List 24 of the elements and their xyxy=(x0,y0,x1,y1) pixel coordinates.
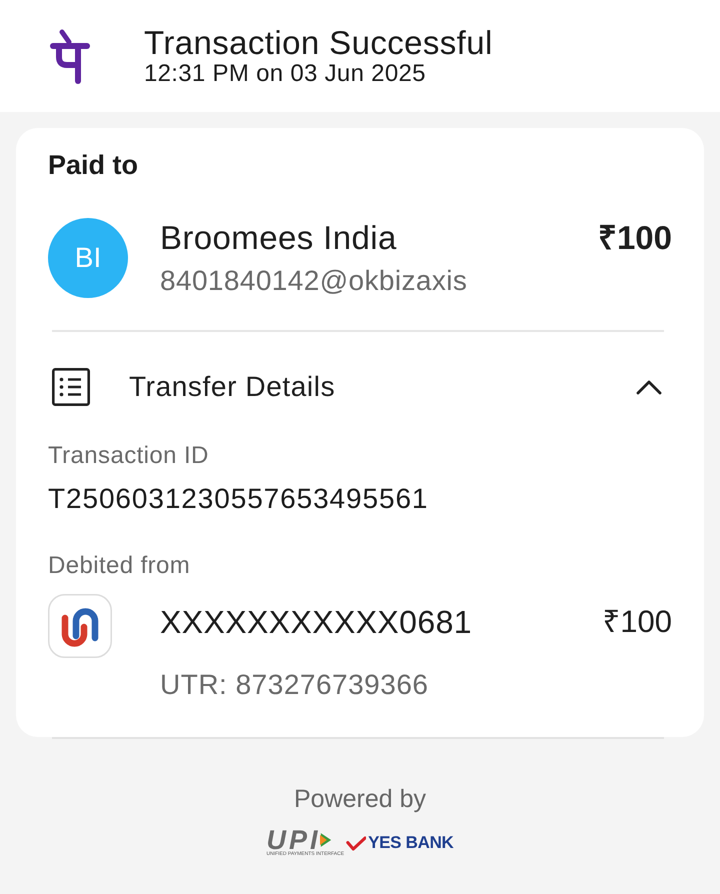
timestamp: 12:31 PM on 03 Jun 2025 xyxy=(144,61,427,87)
amount: ₹100 xyxy=(598,218,672,258)
app-logo-icon xyxy=(50,28,90,84)
field-label: Debited from xyxy=(48,552,192,580)
transaction-id: T2506031230557653495561 xyxy=(48,482,430,516)
chevron-icon xyxy=(636,379,662,395)
powered-by-text: Powered by xyxy=(294,785,426,813)
utr-number: UTR: 873276739366 xyxy=(160,668,430,702)
section-heading: Paid to xyxy=(48,149,140,182)
section-title: Transfer Details xyxy=(129,371,336,403)
bank-logo-icon xyxy=(48,594,112,658)
tick-icon xyxy=(346,836,366,850)
list-icon xyxy=(52,368,90,406)
upi-logo-text: UPI xyxy=(266,829,320,851)
payee-name: Broomees India xyxy=(160,218,398,258)
chevron-arrow-icon xyxy=(320,832,332,848)
transfer-details-toggle[interactable]: Transfer Details xyxy=(48,332,672,442)
account-number: XXXXXXXXXXX0681 xyxy=(160,603,473,642)
field-label: Transaction ID xyxy=(48,442,210,470)
upi-id: 8401840142@okbizaxis xyxy=(160,264,468,298)
avatar-initials: BI xyxy=(48,218,128,298)
bank-logo-text: YES BANK xyxy=(368,833,454,853)
debited-amount: ₹100 xyxy=(602,603,672,641)
status-title: Transaction Successful xyxy=(144,25,493,61)
